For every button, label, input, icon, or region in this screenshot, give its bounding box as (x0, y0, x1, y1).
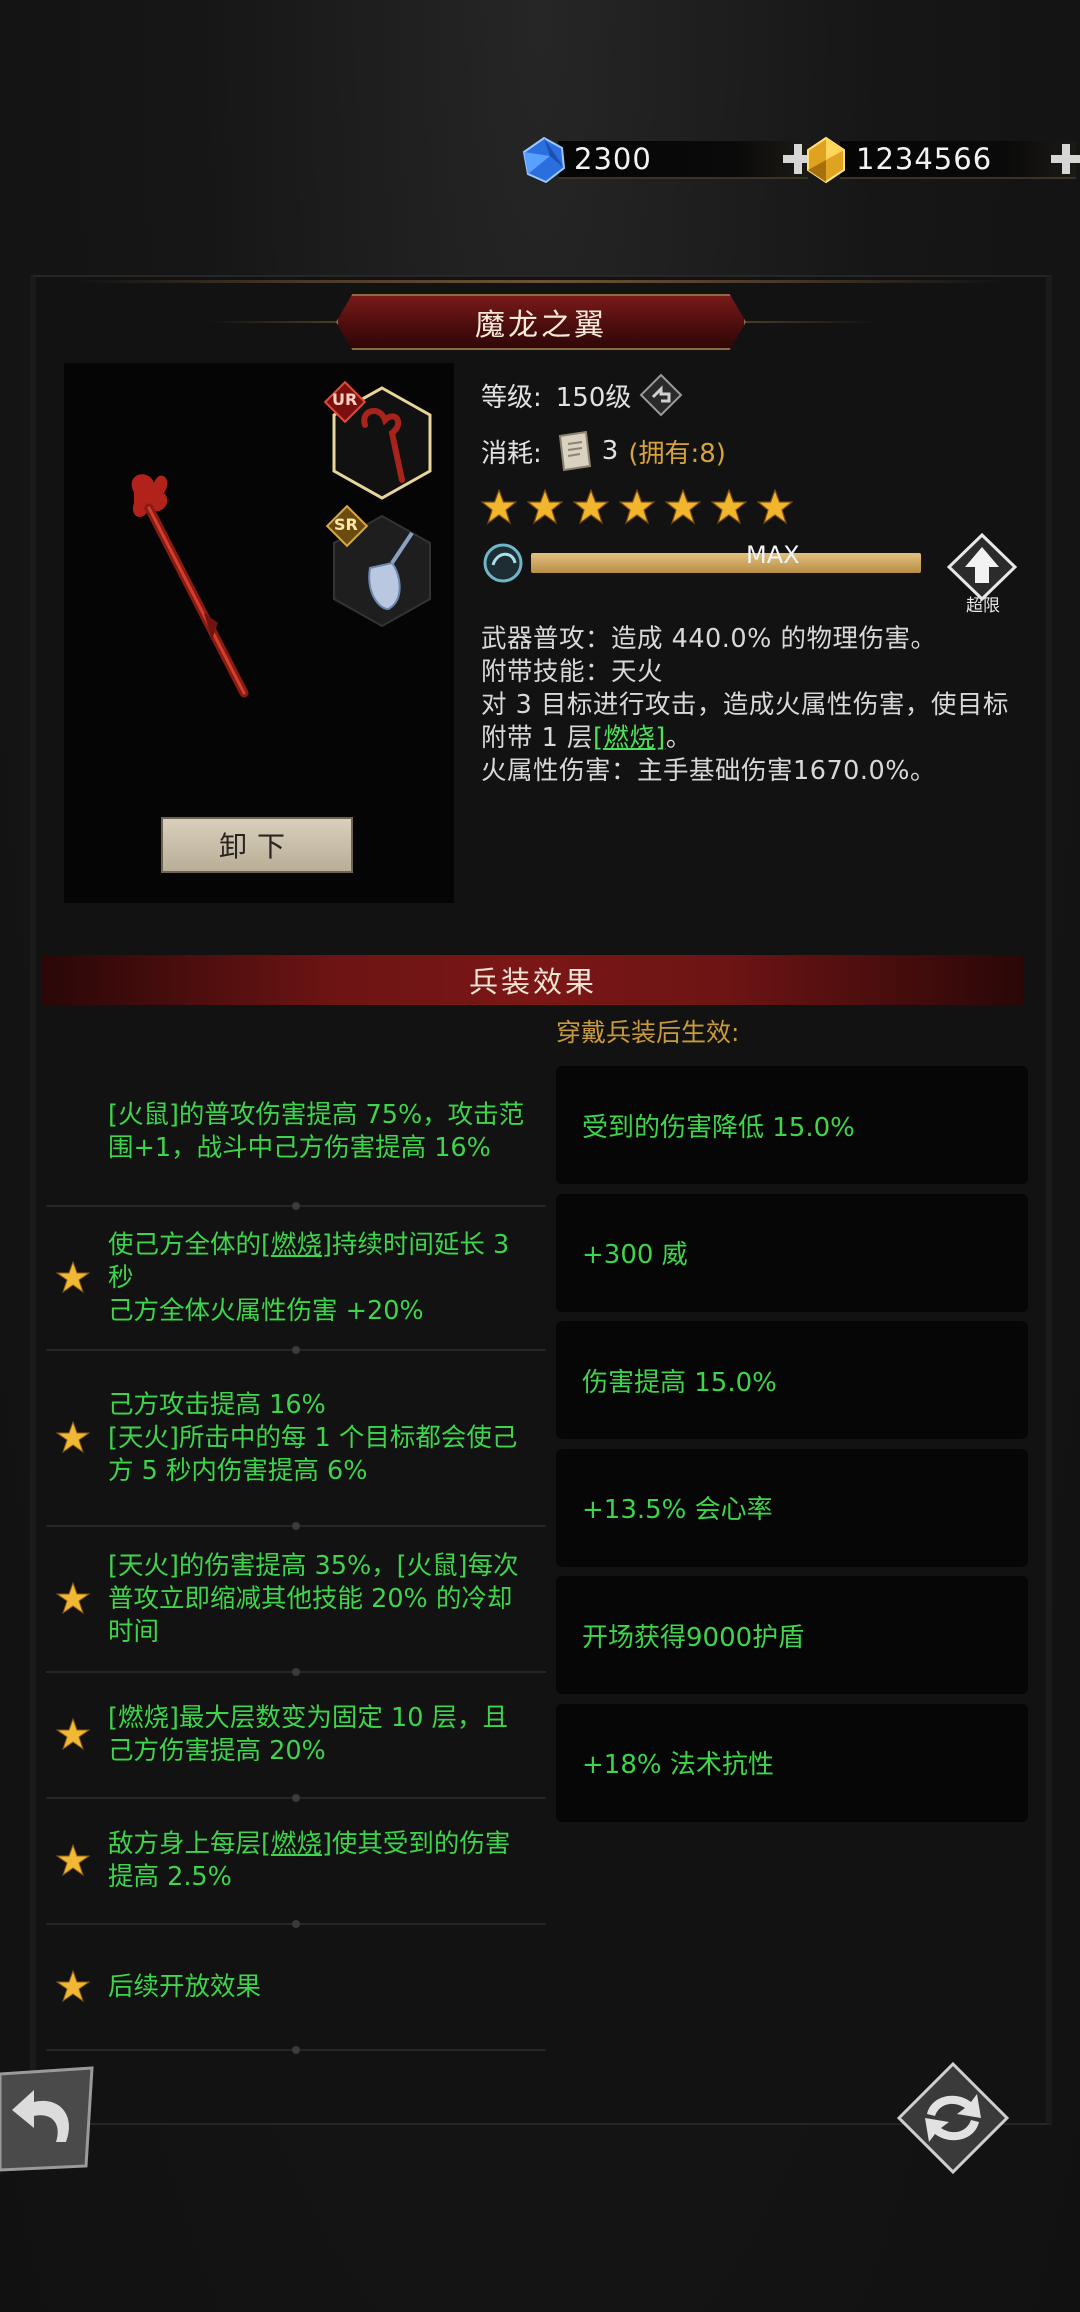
xp-fill (531, 553, 921, 573)
level-up-icon[interactable] (639, 373, 683, 417)
star-icon (56, 1970, 90, 2003)
burn-keyword-link[interactable]: [燃烧] (261, 1829, 332, 1859)
rating-star-icon (527, 489, 563, 525)
swap-weapon-button[interactable] (895, 2060, 1011, 2176)
xp-max-label: MAX (746, 541, 800, 569)
unequip-label: 卸下 (218, 830, 295, 863)
breakthrough-label: 超限 (966, 596, 1000, 616)
desc-skill-end: 。 (665, 723, 692, 753)
wear-bonus-list: 受到的伤害降低 15.0% +300 威 伤害提高 15.0% +13.5% 会… (556, 1066, 1028, 1831)
star-rating (481, 485, 1021, 529)
rating-star-icon (619, 489, 655, 525)
level-label: 等级: (481, 382, 542, 413)
effect-text: 后续开放效果 (108, 1971, 262, 2002)
effect-text-pre: 敌方身上每层 (108, 1829, 262, 1859)
effect-text-line2: [天火]所击中的每 1 个目标都会使己方 5 秒内伤害提高 6% (108, 1422, 518, 1486)
gold-amount: 1234566 (856, 142, 993, 176)
cost-amount: 3 (601, 436, 619, 466)
effects-title: 兵装效果 (468, 965, 597, 999)
weapon-preview: UR SR 卸下 (64, 363, 454, 903)
weapon-detail-panel: 魔龙之翼 UR SR 卸下 等级: 150级 消耗: 3 (拥有:8) MAX … (30, 275, 1052, 2125)
scroll-material-icon (558, 430, 591, 472)
gold-currency: 1234566 (802, 135, 1080, 185)
wear-bonus-title: 穿戴兵装后生效: (556, 1018, 740, 1047)
effect-item: 己方攻击提高 16% [天火]所击中的每 1 个目标都会使己方 5 秒内伤害提高… (46, 1351, 546, 1530)
unequip-button[interactable]: 卸下 (161, 817, 353, 873)
level-row: 等级: 150级 (481, 367, 1021, 423)
wear-bonus-item: +13.5% 会心率 (556, 1448, 1028, 1567)
star-icon (56, 1261, 90, 1294)
desc-skill-effect: 对 3 目标进行攻击，造成火属性伤害，使目标附带 1 层[燃烧]。 (481, 689, 1021, 755)
effect-text-pre: 使己方全体的 (108, 1229, 262, 1260)
star-icon (56, 1582, 90, 1615)
sr-badge-label: SR (334, 515, 358, 534)
wear-bonus-item: 伤害提高 15.0% (556, 1321, 1028, 1439)
panel-top-ornament (76, 280, 1006, 283)
effect-item: [天火]的伤害提高 35%，[火鼠]每次普攻立即缩减其他技能 20% 的冷却时间 (46, 1527, 546, 1676)
weapon-title: 魔龙之翼 (475, 308, 607, 343)
owned-count: (拥有:8) (628, 438, 726, 469)
star-icon (56, 1421, 90, 1454)
rating-star-icon (757, 489, 793, 525)
effect-text: [天火]的伤害提高 35%，[火鼠]每次普攻立即缩减其他技能 20% 的冷却时间 (108, 1550, 519, 1647)
level-value: 150级 (555, 382, 632, 413)
add-gold-button[interactable] (1048, 141, 1080, 177)
desc-skill-text: 对 3 目标进行攻击，造成火属性伤害，使目标附带 1 层 (481, 690, 1009, 753)
dragon-staff-image (131, 474, 249, 698)
rating-star-icon (481, 489, 517, 525)
effect-text: 敌方身上每层[燃烧]使其受到的伤害提高 2.5% (108, 1828, 532, 1894)
title-banner: 魔龙之翼 (336, 294, 746, 350)
blue-crystal-icon (522, 136, 566, 184)
star-icon (56, 1718, 90, 1751)
effect-text-line1: 己方攻击提高 16% (108, 1389, 326, 1420)
effect-item: [火鼠]的普攻伤害提高 75%，攻击范围+1，战斗中己方伤害提高 16% (46, 1059, 546, 1210)
effect-text: [燃烧]最大层数变为固定 10 层，且己方伤害提高 20% (108, 1703, 509, 1766)
wear-bonus-item: +18% 法术抗性 (556, 1703, 1028, 1822)
desc-fire-damage: 火属性伤害：主手基础伤害1670.0%。 (481, 756, 936, 786)
burn-keyword-link[interactable]: [燃烧] (261, 1230, 332, 1260)
cost-row: 消耗: 3 (拥有:8) (481, 423, 1021, 479)
back-button[interactable] (0, 2066, 100, 2172)
effect-list: [火鼠]的普攻伤害提高 75%，攻击范围+1，战斗中己方伤害提高 16% 使己方… (46, 1059, 546, 2054)
wear-bonus-item: 开场获得9000护盾 (556, 1576, 1028, 1694)
title-banner-wrap: 魔龙之翼 (36, 292, 1046, 352)
ur-badge-label: UR (332, 390, 358, 409)
rating-star-icon (665, 489, 701, 525)
xp-bar: MAX 超限 (481, 531, 1021, 616)
effect-text: 己方攻击提高 16% [天火]所击中的每 1 个目标都会使己方 5 秒内伤害提高… (108, 1389, 532, 1488)
weapon-description: 武器普攻：造成 440.0% 的物理伤害。 附带技能：天火 对 3 目标进行攻击… (481, 623, 1021, 788)
effects-header: 兵装效果 (42, 955, 1024, 1005)
effect-item: 敌方身上每层[燃烧]使其受到的伤害提高 2.5% (46, 1799, 546, 1928)
effect-text-line2: 己方全体火属性伤害 +20% (108, 1295, 424, 1326)
effect-item: 后续开放效果 (46, 1925, 546, 2054)
rating-star-icon (711, 489, 747, 525)
weapon-skill-icon (483, 543, 523, 583)
effect-text: 使己方全体的[燃烧]持续时间延长 3 秒 己方全体火属性伤害 +20% (108, 1229, 532, 1328)
desc-skill-name: 附带技能：天火 (481, 657, 664, 687)
gold-crystal-icon (807, 136, 845, 184)
wear-bonus-item: 受到的伤害降低 15.0% (556, 1066, 1028, 1184)
burn-keyword-link[interactable]: [燃烧] (593, 723, 666, 753)
diamond-amount: 2300 (574, 142, 652, 176)
weapon-info: 等级: 150级 消耗: 3 (拥有:8) MAX 超限 武器普攻：造成 440… (481, 367, 1021, 788)
rating-star-icon (573, 489, 609, 525)
effect-item: 使己方全体的[燃烧]持续时间延长 3 秒 己方全体火属性伤害 +20% (46, 1207, 546, 1354)
desc-attack: 武器普攻：造成 440.0% 的物理伤害。 (481, 624, 937, 654)
separator-dot (292, 2046, 300, 2054)
cost-label: 消耗: (481, 438, 542, 469)
wear-bonus-item: +300 威 (556, 1193, 1028, 1312)
effect-item: [燃烧]最大层数变为固定 10 层，且己方伤害提高 20% (46, 1673, 546, 1802)
diamond-currency: 2300 (520, 135, 813, 185)
effect-text: [火鼠]的普攻伤害提高 75%，攻击范围+1，战斗中己方伤害提高 16% (108, 1100, 525, 1163)
star-icon (56, 1844, 90, 1877)
